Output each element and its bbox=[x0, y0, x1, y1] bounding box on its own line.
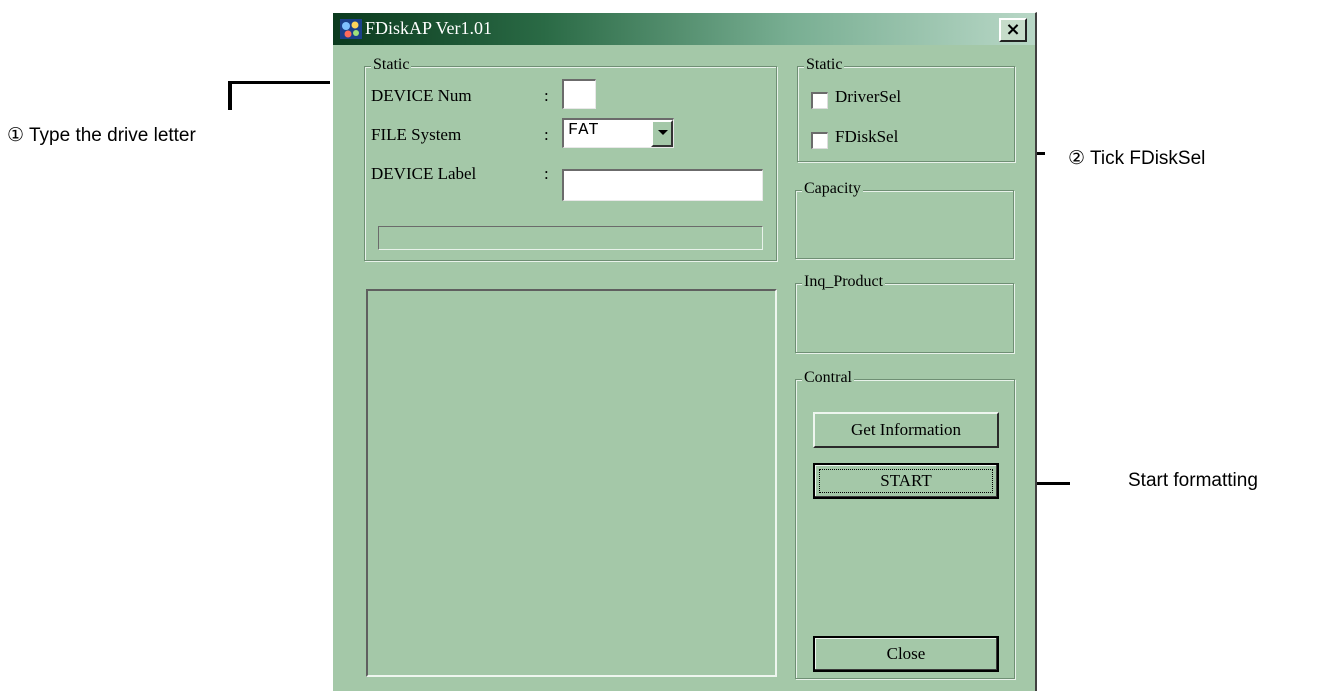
device-label-colon: : bbox=[544, 164, 549, 183]
fdiskap-window: FDiskAP Ver1.01 × Static DEVICE Num : FI… bbox=[331, 12, 1037, 691]
get-information-button[interactable]: Get Information bbox=[813, 412, 999, 448]
driversel-checkbox[interactable] bbox=[811, 92, 828, 109]
format-progress-bar bbox=[378, 226, 763, 250]
window-title: FDiskAP Ver1.01 bbox=[365, 18, 493, 38]
start-button[interactable]: START bbox=[813, 463, 999, 499]
select-group: Static bbox=[797, 56, 1015, 162]
file-system-label: FILE System bbox=[371, 125, 462, 144]
annotation-step2: ② Tick FDiskSel bbox=[1068, 148, 1206, 169]
file-system-select[interactable]: FAT bbox=[562, 118, 674, 148]
driversel-label[interactable]: DriverSel bbox=[835, 87, 901, 107]
inq-product-group-label: Inq_Product bbox=[802, 273, 886, 291]
fdisksel-checkbox[interactable] bbox=[811, 132, 828, 149]
chevron-down-icon[interactable] bbox=[651, 120, 673, 147]
device-num-label: DEVICE Num bbox=[371, 86, 472, 105]
output-list-box[interactable] bbox=[366, 289, 777, 677]
start-button-label: START bbox=[880, 471, 932, 490]
device-label-label: DEVICE Label bbox=[371, 164, 477, 183]
device-group-label: Static bbox=[371, 56, 412, 74]
device-label-input[interactable] bbox=[562, 169, 763, 201]
inq-product-group: Inq_Product bbox=[795, 273, 1014, 353]
annotation-step1: ① Type the drive letter bbox=[7, 125, 196, 146]
file-system-colon: : bbox=[544, 125, 549, 144]
capacity-group: Capacity bbox=[795, 180, 1014, 259]
file-system-value: FAT bbox=[568, 121, 599, 140]
annotation-step3: Start formatting bbox=[1128, 470, 1258, 491]
close-icon[interactable]: × bbox=[999, 18, 1027, 42]
app-icon bbox=[340, 19, 362, 39]
annotation-line-1-horizontal bbox=[228, 81, 330, 84]
control-group-label: Contral bbox=[802, 369, 854, 387]
device-num-colon: : bbox=[544, 86, 549, 105]
close-button[interactable]: Close bbox=[813, 636, 999, 672]
fdisksel-label[interactable]: FDiskSel bbox=[835, 127, 898, 147]
annotation-line-1-vertical bbox=[228, 81, 232, 110]
device-num-input[interactable] bbox=[562, 79, 596, 109]
title-bar[interactable]: FDiskAP Ver1.01 × bbox=[333, 13, 1035, 45]
capacity-group-label: Capacity bbox=[802, 180, 863, 198]
select-group-label: Static bbox=[804, 56, 845, 74]
